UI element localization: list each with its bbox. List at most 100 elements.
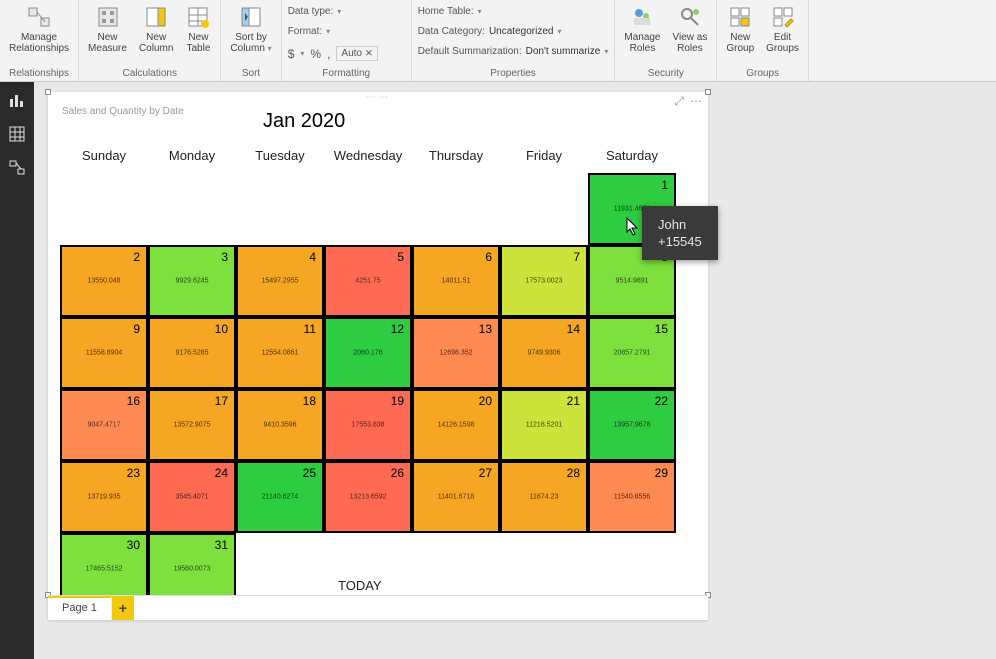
day-number: 11 — [304, 322, 316, 336]
calendar-cell[interactable]: 2313719.935 — [60, 461, 148, 533]
calendar-cell[interactable]: 189410.3596 — [236, 389, 324, 461]
visual-drag-handle[interactable]: ⋯⋯ — [366, 92, 390, 103]
calendar-cell[interactable]: 1312698.352 — [412, 317, 500, 389]
calendar-cell[interactable]: 39929.6245 — [148, 245, 236, 317]
tooltip: John +15545 — [642, 206, 718, 260]
calendar-cell-empty — [412, 173, 500, 245]
more-options-icon[interactable]: ⋯ — [690, 94, 702, 109]
calendar-cell[interactable]: 29 11540.8556 — [588, 461, 676, 533]
calendar-cell-empty — [500, 173, 588, 245]
day-header: Thursday — [412, 144, 500, 173]
table-icon — [185, 4, 211, 30]
day-value: 13213.6592 — [326, 494, 410, 501]
calendar-cell[interactable]: 2521140.6274 — [236, 461, 324, 533]
group-label: Properties — [490, 68, 536, 81]
focus-mode-icon[interactable]: ⤢ — [674, 94, 684, 109]
day-number: 27 — [479, 466, 492, 480]
sort-icon — [238, 4, 264, 30]
calendar-cell[interactable]: 54251.75 — [324, 245, 412, 317]
data-type-dropdown[interactable]: Data type: ▾ — [288, 2, 405, 20]
calendar-cell[interactable]: 1520857.2791 — [588, 317, 676, 389]
day-value: 11540.8556 — [590, 494, 674, 501]
calendar-cell[interactable]: 20 14126.1598 — [412, 389, 500, 461]
default-summarization-dropdown[interactable]: Default Summarization: Don't summarize ▾ — [418, 42, 609, 60]
day-value: 14126.1598 — [414, 422, 498, 429]
edit-groups-button[interactable]: Edit Groups — [763, 2, 802, 56]
calendar-cell-empty — [148, 173, 236, 245]
calendar-cell[interactable]: 122060.176 — [324, 317, 412, 389]
day-number: 17 — [215, 394, 228, 408]
tab-page-1[interactable]: Page 1 — [48, 596, 112, 620]
percent-button[interactable]: % — [310, 47, 321, 61]
calendar-cell[interactable]: 109176.5285 — [148, 317, 236, 389]
calendar-cell[interactable]: 169047.4717 — [60, 389, 148, 461]
day-value: 3545.4071 — [150, 494, 234, 501]
day-value: 11674.23 — [502, 494, 586, 501]
new-group-button[interactable]: New Group — [723, 2, 757, 56]
month-title: Jan 2020 — [263, 110, 345, 133]
day-number: 14 — [567, 322, 580, 336]
data-view-icon[interactable] — [7, 124, 27, 144]
manage-roles-button[interactable]: Manage Roles — [621, 2, 663, 56]
calendar-cell[interactable]: 1112554.0861 — [236, 317, 324, 389]
calendar-cell[interactable]: 24 3545.4071 — [148, 461, 236, 533]
day-number: 24 — [215, 466, 228, 480]
day-value: 13957.9678 — [590, 422, 674, 429]
day-number: 28 — [567, 466, 580, 480]
calendar-cell[interactable]: 149749.9306 — [500, 317, 588, 389]
calendar-visual[interactable]: SundayMondayTuesdayWednesdayThursdayFrid… — [60, 144, 676, 605]
day-value: 17553.838 — [326, 422, 410, 429]
calendar-cell[interactable]: 614011.51 — [412, 245, 500, 317]
group-label: Security — [648, 68, 684, 81]
calendar-cell[interactable]: 2111218.5201 — [500, 389, 588, 461]
home-table-dropdown[interactable]: Home Table: ▾ — [418, 2, 609, 20]
calendar-cell[interactable]: 1713572.9075 — [148, 389, 236, 461]
day-number: 15 — [655, 322, 668, 336]
day-header: Friday — [500, 144, 588, 173]
report-view-icon[interactable] — [7, 90, 27, 110]
column-icon — [143, 4, 169, 30]
new-column-button[interactable]: New Column — [136, 2, 176, 56]
day-value: 17573.0023 — [502, 278, 586, 285]
day-number: 3 — [221, 250, 228, 264]
day-value: 14011.51 — [414, 278, 498, 285]
day-header: Monday — [148, 144, 236, 173]
model-view-icon[interactable] — [7, 158, 27, 178]
day-number: 21 — [567, 394, 580, 408]
calendar-cell[interactable]: 1917553.838 — [324, 389, 412, 461]
calendar-cell-empty — [236, 173, 324, 245]
calendar-cell[interactable]: 27 11401.6718 — [412, 461, 500, 533]
ribbon-group-relationships: Manage Relationships Relationships — [0, 0, 79, 81]
cursor-icon — [620, 216, 642, 238]
sort-by-column-button[interactable]: Sort by Column ▾ — [227, 2, 274, 56]
view-as-roles-button[interactable]: View as Roles — [670, 2, 711, 56]
calendar-cell[interactable]: 2213957.9678 — [588, 389, 676, 461]
day-number: 23 — [127, 466, 140, 480]
calendar-cell[interactable]: 2613213.6592 — [324, 461, 412, 533]
add-page-button[interactable]: + — [112, 596, 134, 620]
data-category-dropdown[interactable]: Data Category: Uncategorized ▾ — [418, 22, 609, 40]
day-header: Wednesday — [324, 144, 412, 173]
new-measure-button[interactable]: New Measure — [85, 2, 130, 56]
report-page[interactable]: ⋯⋯ ⤢ ⋯ Sales and Quantity by Date Jan 20… — [48, 92, 708, 620]
decimals-input[interactable]: Auto ⨯ — [336, 46, 378, 61]
day-number: 20 — [479, 394, 492, 408]
calendar-cell[interactable]: 28 11674.23 — [500, 461, 588, 533]
calendar-cell[interactable]: 213550.048 — [60, 245, 148, 317]
day-number: 12 — [391, 322, 404, 336]
currency-button[interactable]: $ — [288, 47, 295, 61]
day-value: 13550.048 — [62, 278, 146, 285]
calendar-cell[interactable]: 911558.8904 — [60, 317, 148, 389]
day-number: 4 — [309, 250, 316, 264]
day-value: 9514.9891 — [590, 278, 674, 285]
report-canvas: ⋯⋯ ⤢ ⋯ Sales and Quantity by Date Jan 20… — [34, 82, 996, 659]
day-number: 29 — [655, 466, 668, 480]
calendar-cell[interactable]: 717573.0023 — [500, 245, 588, 317]
new-table-button[interactable]: New Table — [182, 2, 214, 56]
format-dropdown[interactable]: Format: ▾ — [288, 22, 405, 40]
comma-button[interactable]: , — [327, 47, 330, 61]
day-value: 9047.4717 — [62, 422, 146, 429]
manage-relationships-button[interactable]: Manage Relationships — [6, 2, 72, 56]
calendar-cell[interactable]: 415497.2955 — [236, 245, 324, 317]
day-value: 11401.6718 — [414, 494, 498, 501]
